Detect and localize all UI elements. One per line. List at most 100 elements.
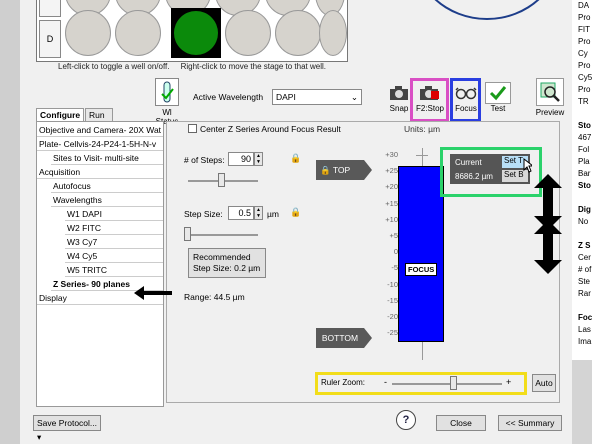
well[interactable] (115, 10, 161, 56)
hint-right: Right-click to move the stage to that we… (180, 62, 326, 71)
tab-run[interactable]: Run (85, 108, 113, 121)
lock-icon[interactable]: 🔒 (290, 207, 301, 218)
chevron-down-icon: ▾ (37, 432, 42, 442)
ruler-tick-label: +10 (385, 214, 398, 224)
ruler-tick-label: 0 (393, 247, 398, 257)
tree-item[interactable]: Acquisition (37, 166, 163, 179)
step-size-input[interactable]: 0.5 (228, 206, 254, 220)
well-selected[interactable] (174, 11, 218, 55)
wl-status-button[interactable]: Wl Status (150, 78, 184, 126)
step-size-slider-track (188, 234, 258, 236)
bottom-marker[interactable]: BOTTOM (316, 328, 364, 348)
tree-item[interactable]: Plate- Cellvis-24-P24-1-5H-N-v (37, 138, 163, 151)
well[interactable] (275, 10, 321, 56)
top-marker-arrow (364, 160, 372, 180)
highlight-stop (410, 78, 449, 122)
preview-label: Preview (535, 108, 565, 117)
well[interactable] (65, 10, 111, 56)
tree-item[interactable]: W5 TRITC (65, 264, 163, 277)
plate-row-header (39, 0, 61, 17)
chevron-down-icon: ⌄ (350, 92, 358, 102)
highlight-ruler-zoom (315, 372, 527, 395)
active-wavelength-select[interactable]: DAPI ⌄ (272, 89, 362, 105)
lock-icon[interactable]: 🔒 (290, 153, 301, 164)
plate-hint: Left-click to toggle a well on/off. Righ… (36, 62, 348, 71)
tree-item[interactable]: Sites to Visit- multi-site (51, 152, 163, 165)
well-plate: D (36, 0, 348, 62)
info-panel-line (578, 300, 592, 312)
info-panel-line: Ste (578, 277, 591, 286)
ruler-tick-label: -20 (387, 312, 398, 321)
focus-range-bar[interactable] (398, 166, 444, 342)
info-panel-line: Pla (578, 157, 590, 166)
info-panel-line: Z S (578, 241, 591, 250)
info-panel-line: Sto (578, 181, 591, 190)
tree-item[interactable]: W4 Cy5 (65, 250, 163, 263)
summary-button[interactable]: << Summary (498, 415, 562, 431)
help-icon[interactable]: ? (396, 410, 416, 430)
highlight-focus (450, 78, 481, 122)
tree-item[interactable]: Autofocus (51, 180, 163, 193)
info-panel-line: No (578, 217, 589, 226)
info-panel-line: Bar (578, 169, 591, 178)
info-panel-line: 467 (578, 133, 592, 142)
vertical-arrows-icon (534, 174, 562, 274)
range-text: Range: 44.5 µm (184, 292, 245, 302)
well[interactable] (225, 10, 271, 56)
save-protocol-label: Save Protocol... (37, 418, 98, 428)
info-panel-line: Cy (578, 49, 588, 58)
tree-item[interactable]: W1 DAPI (65, 208, 163, 221)
tree-item[interactable]: Wavelengths (51, 194, 163, 207)
left-arrow-icon (134, 286, 172, 300)
snap-button[interactable]: Snap (386, 82, 412, 113)
preview-magnifier-icon (536, 78, 564, 106)
checkmark-icon (485, 82, 511, 104)
bottom-marker-arrow (364, 328, 372, 348)
steps-input[interactable]: 90 (228, 152, 254, 166)
step-size-spinner[interactable]: ▲ ▼ (254, 206, 263, 220)
highlight-current (440, 147, 542, 197)
recommended-line2: Step Size: 0.2 µm (193, 263, 261, 273)
info-panel-line: Cy5 (578, 73, 592, 82)
info-panel-line: Sto (578, 121, 591, 130)
info-panel-line: Fol (578, 145, 590, 154)
tree-item[interactable]: Objective and Camera- 20X Wat (37, 124, 163, 137)
steps-slider-thumb[interactable] (218, 173, 225, 187)
info-panel-line: Dig (578, 205, 591, 214)
info-panel-line (578, 108, 592, 120)
save-protocol-button[interactable]: Save Protocol... ▾ (33, 415, 101, 442)
center-zseries-checkbox[interactable] (188, 124, 197, 133)
ruler-tick-label: +25 (385, 166, 398, 176)
ruler-tick-label: -10 (387, 279, 398, 289)
steps-label: # of Steps: (184, 155, 225, 165)
tree-item[interactable]: W3 Cy7 (65, 236, 163, 249)
units-label: Units: µm (404, 124, 441, 134)
snap-label: Snap (389, 104, 409, 113)
info-panel-line: DA (578, 1, 590, 10)
well[interactable] (319, 10, 347, 56)
lock-icon: 🔒 (320, 165, 331, 175)
info-panel-line: Pro (578, 85, 591, 94)
step-size-slider-thumb[interactable] (184, 227, 191, 241)
info-panel-line (578, 228, 592, 240)
info-panel-line: # of (578, 265, 592, 274)
top-marker[interactable]: 🔒 TOP (316, 160, 364, 180)
tree-item[interactable]: W2 FITC (65, 222, 163, 235)
preview-button[interactable]: Preview (534, 78, 566, 117)
center-zseries-label: Center Z Series Around Focus Result (200, 124, 341, 134)
ruler-tick-label: +20 (385, 182, 398, 192)
camera-icon (386, 82, 412, 104)
test-button[interactable]: Test (484, 82, 512, 113)
plate-row-label: D (39, 20, 61, 58)
tab-configure[interactable]: Configure (36, 108, 84, 121)
steps-spinner[interactable]: ▲ ▼ (254, 152, 263, 166)
auto-button[interactable]: Auto (532, 374, 556, 392)
ruler-tick-label: +5 (389, 231, 398, 240)
ruler-tick-label: -25 (387, 328, 398, 338)
ruler-tick-label: -5 (391, 263, 398, 273)
info-panel-line: Ima (578, 337, 592, 346)
ruler-tick-label: +30 (385, 150, 398, 159)
info-panel-line: Pro (578, 61, 591, 70)
close-button[interactable]: Close (436, 415, 486, 431)
recommended-step-button[interactable]: Recommended Step Size: 0.2 µm (188, 248, 266, 278)
